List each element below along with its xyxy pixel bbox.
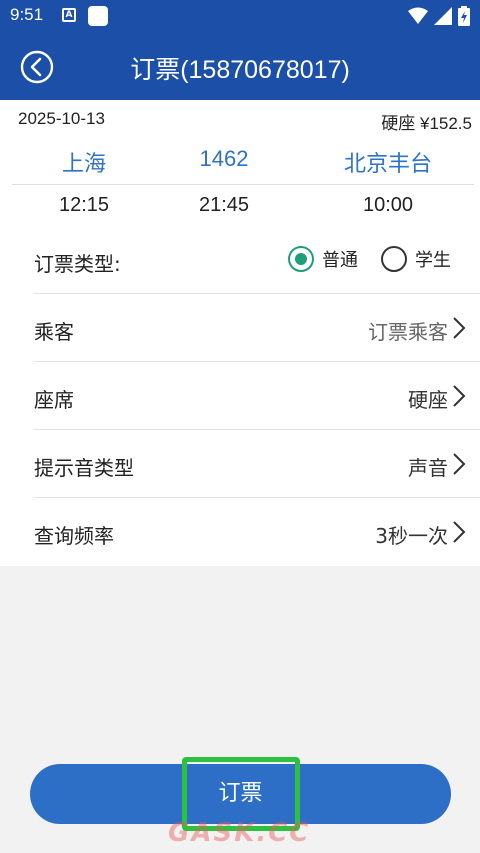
page-title: 订票(15870678017) — [130, 56, 350, 84]
travel-date: 2025-10-13 — [18, 109, 105, 128]
app-header: 订票(15870678017) — [0, 32, 480, 100]
chevron-right-icon — [453, 385, 466, 407]
ticket-type-row: 订票类型: 普通 学生 — [0, 226, 480, 294]
duration-time: 21:45 — [198, 194, 250, 216]
chevron-right-icon — [453, 521, 466, 543]
seat-value: 硬座 — [408, 388, 448, 412]
app-notification-icon — [88, 6, 108, 26]
seat-price: 硬座 ¥152.5 — [381, 114, 472, 133]
radio-normal[interactable]: 普通 — [288, 246, 358, 272]
divider — [12, 184, 474, 185]
notification-icon: A — [62, 8, 76, 22]
radio-student[interactable]: 学生 — [381, 246, 451, 272]
train-number: 1462 — [199, 146, 249, 171]
status-time: 9:51 — [10, 5, 44, 24]
ticket-type-label: 订票类型: — [34, 252, 121, 276]
battery-icon — [458, 6, 470, 26]
depart-time: 12:15 — [58, 194, 110, 216]
watermark: GASK.CC — [168, 818, 311, 848]
status-bar: 9:51 A — [0, 0, 480, 32]
sound-label: 提示音类型 — [34, 456, 134, 480]
radio-checked-icon — [288, 246, 314, 272]
booking-form: 订票类型: 普通 学生 乘客 订票乘客 座席 硬座 提示音类型 声音 查询频率 … — [0, 226, 480, 566]
chevron-right-icon — [453, 453, 466, 475]
passenger-label: 乘客 — [34, 320, 74, 344]
frequency-row[interactable]: 查询频率 3秒一次 — [0, 498, 480, 566]
frequency-label: 查询频率 — [34, 524, 114, 548]
from-station: 上海 — [61, 151, 106, 176]
wifi-icon — [408, 7, 428, 24]
radio-unchecked-icon — [381, 246, 407, 272]
sound-value: 声音 — [408, 456, 448, 480]
system-icons — [408, 6, 470, 26]
arrive-time: 10:00 — [362, 194, 414, 216]
seat-label: 座席 — [34, 388, 74, 412]
to-station: 北京丰台 — [343, 151, 432, 176]
passenger-value: 订票乘客 — [368, 320, 448, 344]
radio-normal-label: 普通 — [322, 250, 358, 271]
signal-icon — [434, 7, 452, 25]
sound-row[interactable]: 提示音类型 声音 — [0, 430, 480, 498]
passenger-row[interactable]: 乘客 订票乘客 — [0, 294, 480, 362]
radio-student-label: 学生 — [415, 250, 451, 271]
trip-info-card: 2025-10-13 硬座 ¥152.5 上海 1462 北京丰台 12:15 … — [0, 100, 480, 226]
seat-row[interactable]: 座席 硬座 — [0, 362, 480, 430]
frequency-value: 3秒一次 — [375, 524, 448, 548]
chevron-right-icon — [453, 317, 466, 339]
